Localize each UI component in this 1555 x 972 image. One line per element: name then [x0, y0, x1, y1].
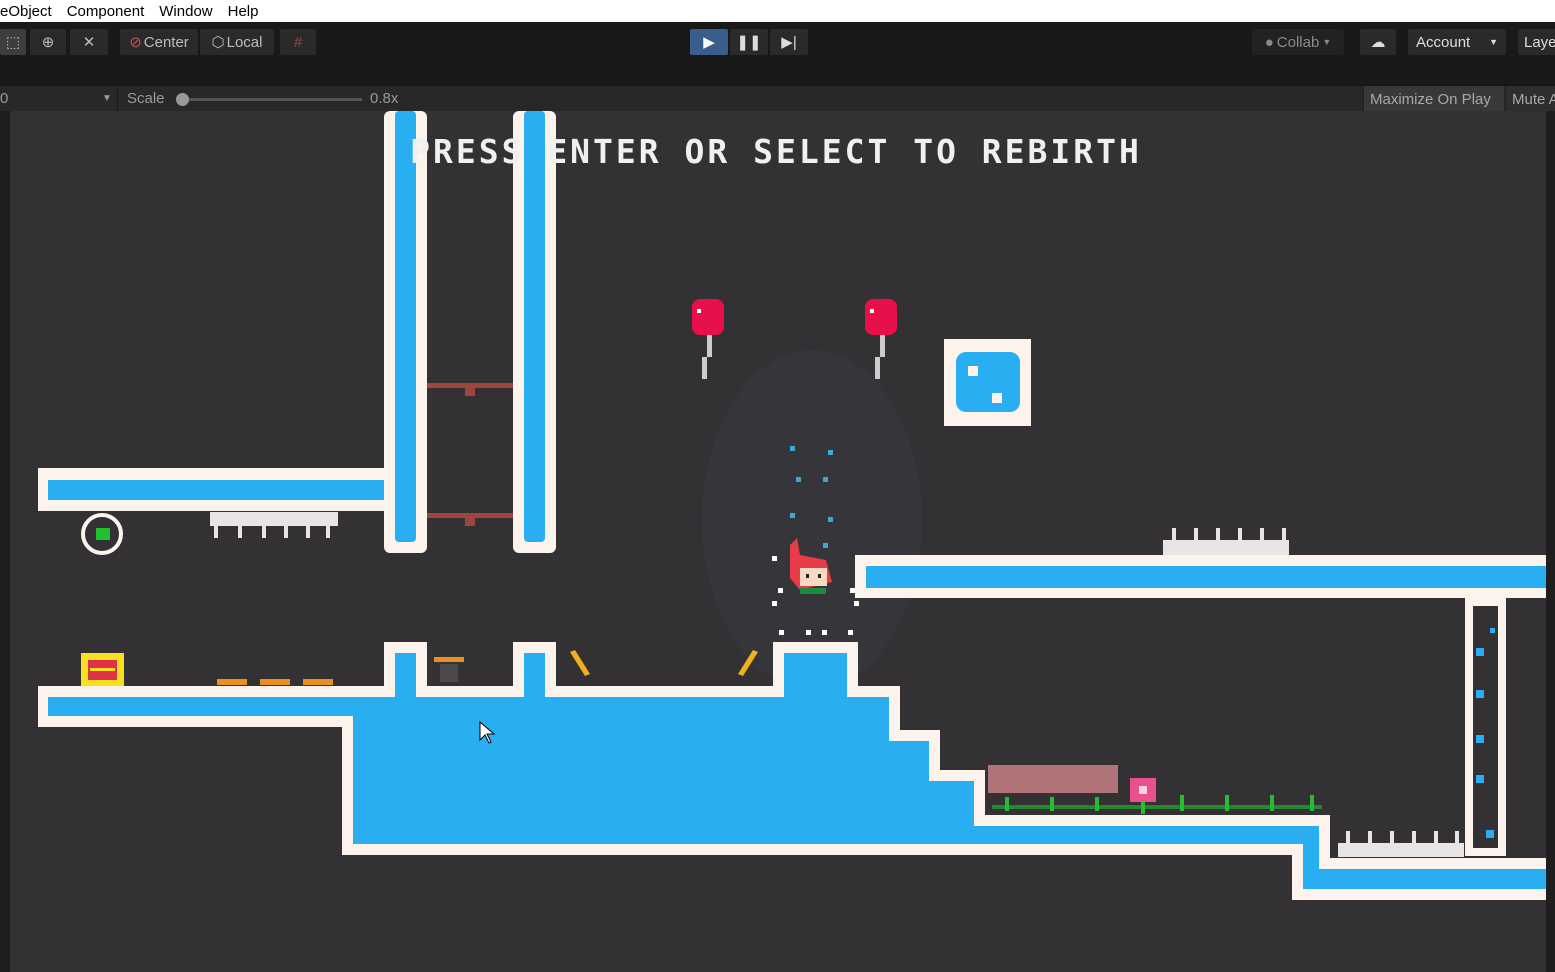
cloud-button[interactable]: ☁: [1360, 29, 1396, 55]
light-glow: [702, 350, 922, 690]
scale-slider-handle[interactable]: [176, 93, 189, 106]
chevron-down-icon: ▼: [102, 93, 112, 104]
vertical-pipe-right: [513, 111, 556, 553]
tools-icon: ✕: [82, 34, 96, 51]
account-dropdown[interactable]: Account ▼: [1408, 29, 1506, 55]
pause-button[interactable]: ❚❚: [730, 29, 768, 55]
game-view-toolbar: 0 ▼ Scale 0.8x Maximize On Play Mute A: [0, 85, 1555, 112]
right-column: [1465, 598, 1506, 856]
treasure-chest: [81, 653, 124, 686]
game-canvas[interactable]: PRESS ENTER OR SELECT TO REBIRTH: [10, 111, 1546, 972]
collab-button[interactable]: ● Collab ▼: [1252, 29, 1344, 55]
layers-dropdown[interactable]: Laye: [1518, 29, 1555, 55]
menu-gameobject[interactable]: eObject: [0, 3, 52, 20]
chevron-down-icon: ▼: [1322, 37, 1332, 47]
tab-strip: [0, 62, 1555, 85]
scale-value: 0.8x: [370, 90, 399, 107]
main-toolbar: ⬚ ⊕ ✕ ⊘ Center ⬡ Local # ▶ ❚❚ ▶| ● Collab ▼ …: [0, 22, 1555, 62]
cloud-icon: ☁: [1370, 34, 1386, 51]
vertical-pipe-left: [384, 111, 427, 553]
transform-icon: ⊕: [41, 34, 55, 51]
menu-help[interactable]: Help: [228, 3, 259, 20]
step-button[interactable]: ▶|: [770, 29, 808, 55]
chevron-down-icon: ▼: [1489, 37, 1498, 47]
snap-button[interactable]: #: [280, 29, 316, 55]
pivot-center-button[interactable]: ⊘ Center: [120, 29, 198, 55]
pause-icon: ❚❚: [736, 34, 762, 51]
play-button[interactable]: ▶: [690, 29, 728, 55]
transform-tool-button[interactable]: ⊕: [30, 29, 66, 55]
rect-tool-button[interactable]: ⬚: [0, 29, 26, 55]
check-icon: ●: [1264, 33, 1274, 51]
upper-left-platform: [38, 468, 427, 511]
maximize-on-play-toggle[interactable]: Maximize On Play: [1363, 86, 1504, 112]
pivot-icon: ⊘: [129, 34, 142, 51]
pink-block: [988, 765, 1118, 793]
springs: [217, 679, 333, 685]
custom-tool-button[interactable]: ✕: [70, 29, 108, 55]
divider: [117, 86, 118, 112]
play-icon: ▶: [703, 34, 715, 51]
cube-icon: ⬡: [211, 34, 225, 51]
right-platform: [855, 555, 1546, 598]
display-dropdown[interactable]: 0: [0, 90, 8, 107]
menu-component[interactable]: Component: [67, 3, 145, 20]
grid-snap-icon: #: [293, 33, 303, 51]
step-icon: ▶|: [781, 34, 797, 51]
scale-label: Scale: [127, 90, 165, 107]
rebirth-banner: PRESS ENTER OR SELECT TO REBIRTH: [410, 132, 1142, 171]
scale-slider[interactable]: [176, 93, 362, 106]
mute-audio-toggle[interactable]: Mute A: [1505, 86, 1555, 112]
menu-bar: eObject Component Window Help: [0, 0, 1555, 22]
pivot-local-button[interactable]: ⬡ Local: [200, 29, 274, 55]
rect-tool-icon: ⬚: [5, 34, 21, 51]
crumble-block: [944, 339, 1031, 426]
menu-window[interactable]: Window: [159, 3, 212, 20]
